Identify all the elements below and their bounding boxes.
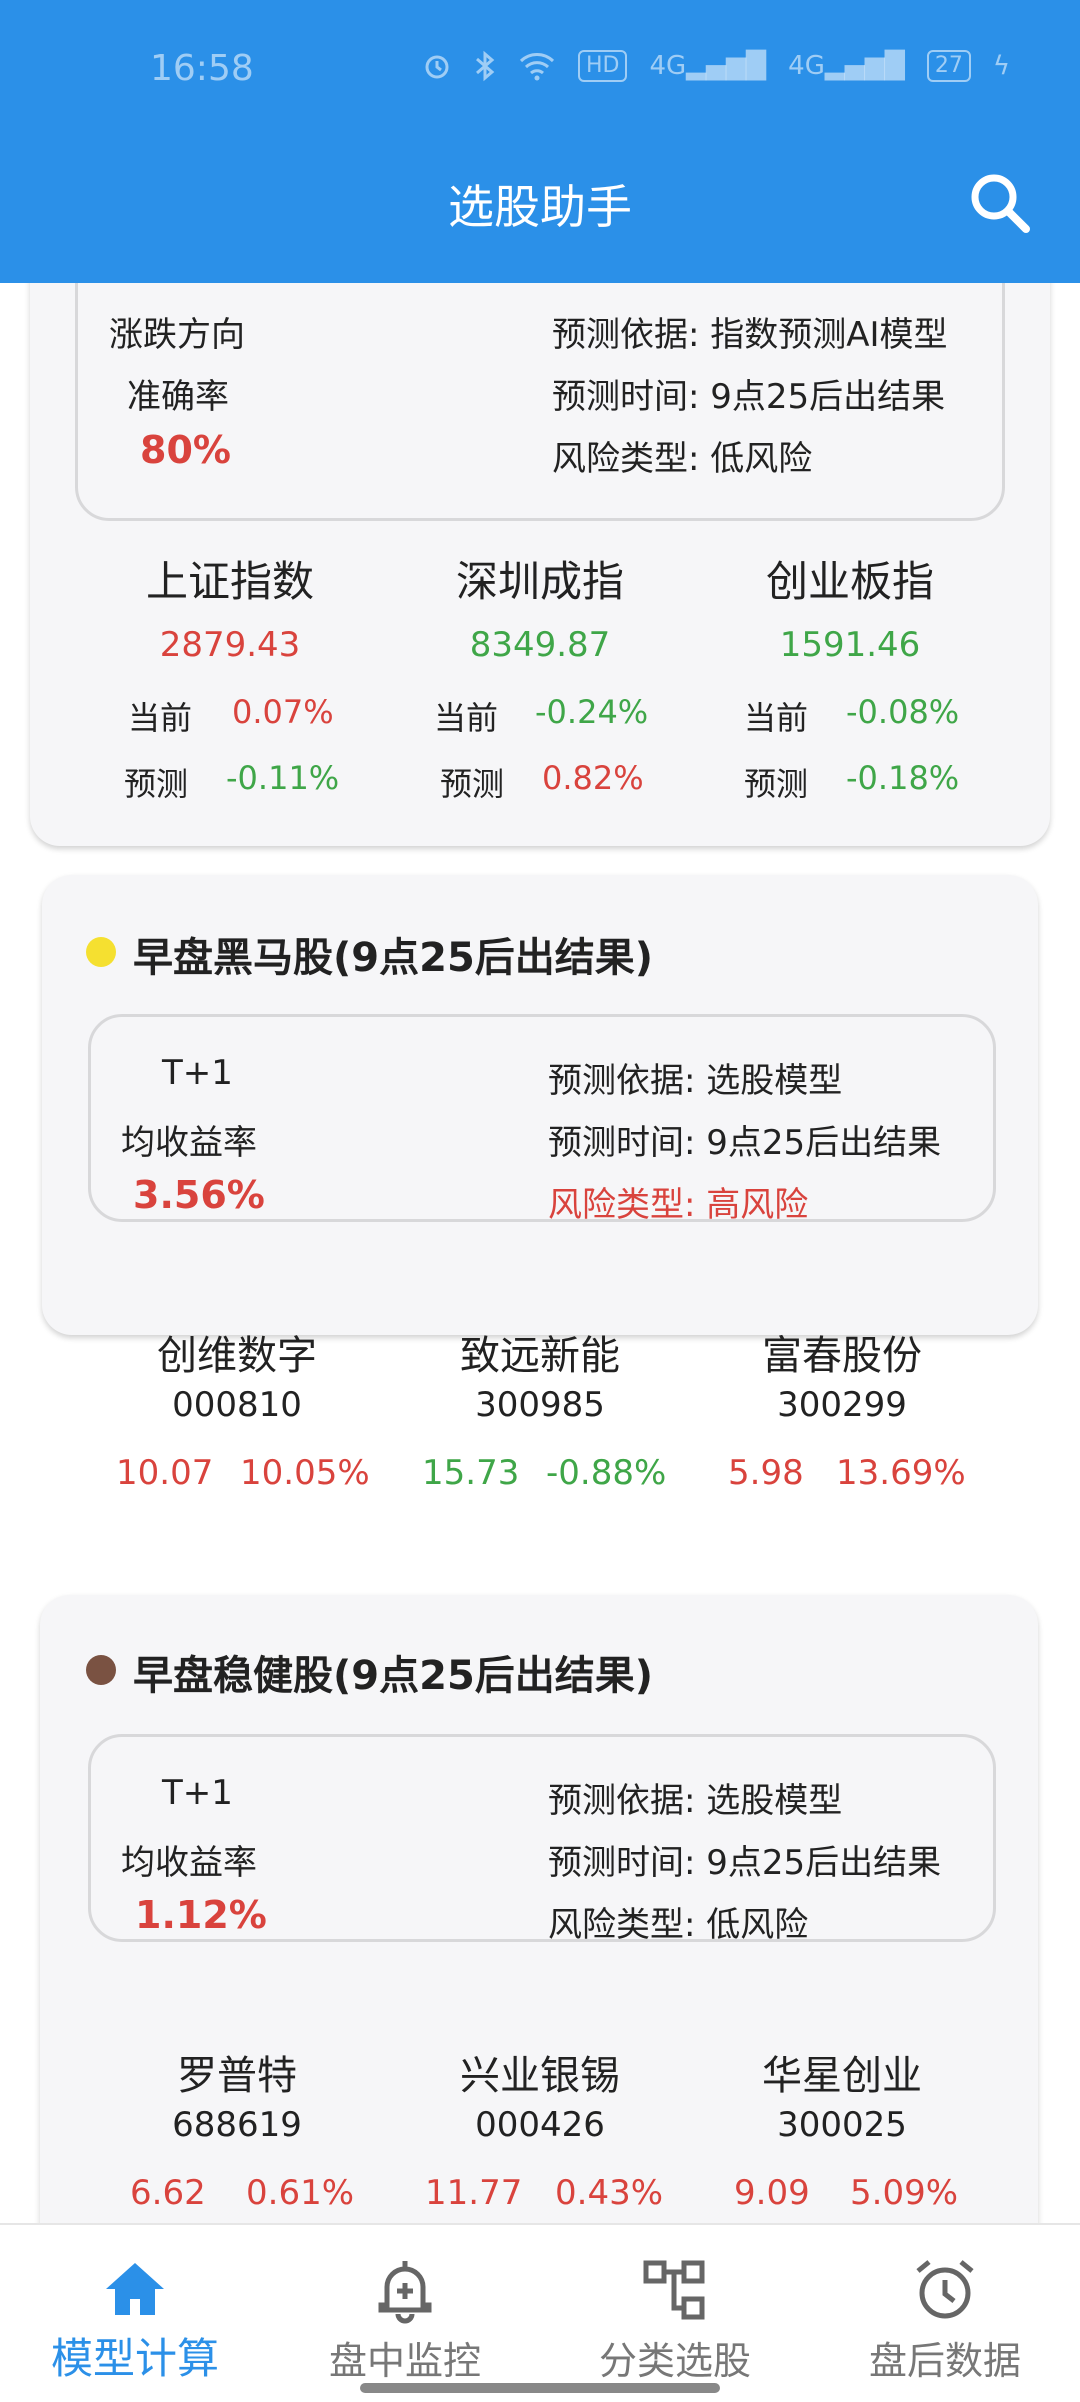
stock-code: 000810 [172,1385,302,1425]
stock-code: 688619 [172,2105,302,2145]
charging-icon: ϟ [992,51,1010,81]
bluetooth-icon [476,50,495,82]
nav-label: 盘后数据 [868,2339,1021,2383]
stock-name: 兴业银锡 [460,2053,620,2099]
bell-plus-icon [378,2261,432,2324]
stock-code: 000426 [475,2105,605,2145]
app-bar: 选股助手 [0,145,1080,283]
predict-change: 0.82% [542,759,644,797]
current-label: 当前 [744,699,809,737]
stock-name: 致远新能 [460,1333,620,1379]
risk-type: 风险类型: 高风险 [548,1185,809,1225]
current-change: -0.24% [535,693,649,731]
hd-icon: HD [577,50,628,82]
home-indicator[interactable] [360,2383,720,2393]
wifi-icon [519,53,555,81]
prediction-basis: 预测依据: 选股模型 [548,1061,843,1101]
predict-change: -0.11% [226,759,340,797]
category-tree-icon [643,2260,705,2320]
risk-type: 风险类型: 低风险 [552,439,813,479]
current-label: 当前 [128,699,193,737]
avg-return-label: 均收益率 [121,1123,257,1163]
page-title: 选股助手 [448,180,632,234]
status-time: 16:58 [150,48,254,89]
brown-dot-icon [86,1655,116,1685]
prediction-time: 预测时间: 9点25后出结果 [548,1123,942,1163]
prediction-time: 预测时间: 9点25后出结果 [548,1843,942,1883]
stock-name: 华星创业 [762,2053,922,2099]
stock-change: 0.61% [246,2173,355,2213]
current-change: 0.07% [232,693,334,731]
stock-name: 罗普特 [177,2053,297,2099]
stock-code: 300025 [777,2105,907,2145]
stock-price: 9.09 [734,2173,810,2213]
accuracy-value: 80% [140,428,231,472]
t1-label: T+1 [162,1053,233,1093]
content-scroll[interactable]: 涨跌方向 准确率 80% 预测依据: 指数预测AI模型 预测时间: 9点25后出… [0,283,1080,2223]
nav-label: 盘中监控 [328,2339,481,2383]
stock-code: 300299 [777,1385,907,1425]
search-icon [971,174,1030,233]
index-name: 上证指数 [145,557,315,606]
status-bar: 16:58 HD 4G▂▄▆█ 4G▂▄▆█ 27 ϟ [0,0,1080,145]
index-value: 2879.43 [159,625,301,665]
stock-price: 11.77 [425,2173,523,2213]
stock-code: 300985 [475,1385,605,1425]
index-name: 深圳成指 [455,557,625,606]
stock-change: 5.09% [850,2173,959,2213]
stock-change: 10.05% [240,1453,370,1493]
predict-label: 预测 [744,765,809,803]
stock-change: 13.69% [836,1453,966,1493]
card-title: 早盘黑马股(9点25后出结果) [133,935,654,981]
alarm-icon [425,55,449,79]
bottom-nav: 模型计算 盘中监控 分类选股 盘后数据 [0,2223,1080,2402]
index-value: 8349.87 [469,625,611,665]
nav-after-hours-data[interactable]: 盘后数据 [810,2225,1080,2402]
nav-label: 分类选股 [598,2339,751,2383]
index-name: 创业板指 [765,557,935,606]
nav-intraday-monitor[interactable]: 盘中监控 [270,2225,540,2402]
risk-type: 风险类型: 低风险 [548,1905,809,1945]
current-change: -0.08% [846,693,960,731]
predict-change: -0.18% [846,759,960,797]
nav-model-calc[interactable]: 模型计算 [0,2225,270,2402]
stock-price: 15.73 [422,1453,520,1493]
predict-label: 预测 [124,765,189,803]
avg-return-value: 3.56% [133,1173,265,1217]
card-title: 早盘稳健股(9点25后出结果) [133,1653,654,1699]
search-button[interactable] [964,167,1036,239]
accuracy-label: 准确率 [127,377,229,417]
stock-price: 10.07 [116,1453,214,1493]
status-icons: HD 4G▂▄▆█ 4G▂▄▆█ 27 ϟ [422,50,1010,82]
prediction-basis: 预测依据: 选股模型 [548,1781,843,1821]
signal-4g-icon: 4G▂▄▆█ [649,51,767,81]
t1-label: T+1 [162,1773,233,1813]
yellow-dot-icon [86,937,116,967]
nav-label: 模型计算 [50,2334,219,2383]
stock-name: 创维数字 [157,1333,317,1379]
current-label: 当前 [434,699,499,737]
index-value: 1591.46 [779,625,921,665]
stock-name: 富春股份 [762,1333,922,1379]
stock-change: 0.43% [555,2173,664,2213]
stock-price: 5.98 [728,1453,804,1493]
avg-return-value: 1.12% [135,1893,267,1937]
home-icon [106,2263,164,2315]
prediction-basis: 预测依据: 指数预测AI模型 [552,315,948,355]
predict-label: 预测 [440,765,505,803]
alarm-clock-icon [916,2260,974,2319]
stock-price: 6.62 [130,2173,206,2213]
nav-category-pick[interactable]: 分类选股 [540,2225,810,2402]
signal-4g-icon: 4G▂▄▆█ [788,51,905,81]
stock-change: -0.88% [546,1453,667,1493]
prediction-time: 预测时间: 9点25后出结果 [552,377,946,417]
direction-label: 涨跌方向 [109,315,245,355]
battery-icon: 27 [926,50,971,82]
avg-return-label: 均收益率 [121,1843,257,1883]
